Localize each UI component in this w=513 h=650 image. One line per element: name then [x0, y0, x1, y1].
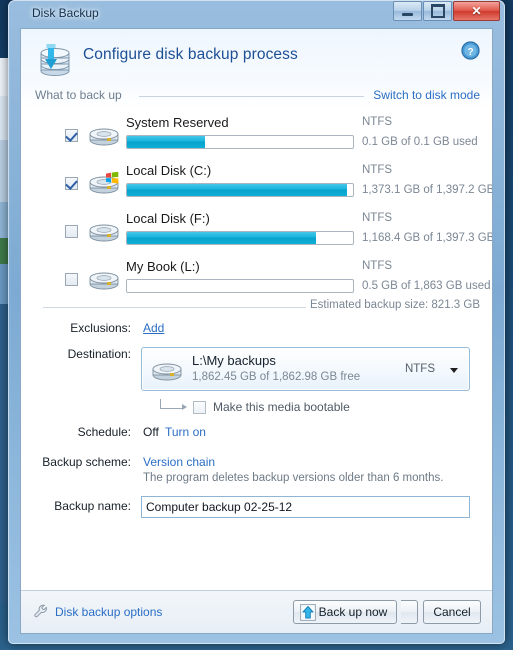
disk-filesystem: NTFS	[362, 260, 393, 272]
back-up-now-dropdown-button[interactable]	[401, 600, 418, 624]
disk-checkbox[interactable]	[65, 273, 78, 286]
make-bootable-checkbox[interactable]	[193, 401, 206, 414]
disk-usage-fill	[127, 184, 349, 196]
upload-arrow-icon	[300, 604, 316, 621]
schedule-turn-on-link[interactable]: Turn on	[165, 425, 206, 439]
section-header: What to back up Switch to disk mode	[21, 85, 492, 109]
disk-usage-bar	[126, 279, 354, 293]
section-label: What to back up	[35, 88, 122, 102]
title-bar[interactable]: Disk Backup ✕	[8, 0, 505, 28]
schedule-value: Off	[143, 425, 159, 439]
wrench-icon	[34, 604, 47, 618]
backup-name-input[interactable]	[141, 496, 470, 518]
page-header: Configure disk backup process ?	[21, 29, 492, 85]
destination-row: Destination: L:\My backups 1,862.45 GB o…	[21, 347, 492, 399]
minimize-icon	[394, 2, 421, 20]
tree-elbow-icon	[160, 399, 183, 409]
backup-scheme-label: Backup scheme:	[42, 455, 131, 469]
maximize-button[interactable]	[423, 1, 452, 21]
window-controls: ✕	[393, 1, 500, 21]
disk-usage-text: 1,168.4 GB of 1,397.3 GB used	[362, 232, 492, 244]
disk-usage-text: 0.5 GB of 1,863 GB used	[362, 280, 491, 292]
disk-checkbox[interactable]	[65, 129, 78, 142]
disk-name: My Book (L:)	[126, 259, 200, 274]
svg-text:?: ?	[467, 47, 473, 58]
disk-backup-options-link[interactable]: Disk backup options	[55, 605, 162, 619]
destination-dropdown[interactable]: L:\My backups 1,862.45 GB of 1,862.98 GB…	[141, 347, 470, 391]
disk-filesystem: NTFS	[362, 116, 393, 128]
estimated-backup-size: Estimated backup size: 821.3 GB	[309, 299, 480, 311]
disk-checkbox[interactable]	[65, 177, 78, 190]
estimated-size-row: Estimated backup size: 821.3 GB	[21, 299, 492, 317]
disk-row[interactable]: Local Disk (F:) NTFS 1,168.4 GB of 1,397…	[21, 208, 492, 256]
exclusions-add-link[interactable]: Add	[143, 321, 164, 335]
disk-windows-icon	[89, 172, 119, 194]
disk-icon	[89, 128, 119, 146]
switch-to-disk-mode-link[interactable]: Switch to disk mode	[373, 88, 480, 102]
back-up-now-button[interactable]: Back up now	[293, 600, 397, 624]
disk-filesystem: NTFS	[362, 212, 393, 224]
disk-usage-text: 0.1 GB of 0.1 GB used	[362, 136, 478, 148]
section-divider	[139, 96, 364, 97]
disk-icon	[152, 363, 182, 381]
backup-name-label: Backup name:	[54, 499, 131, 513]
cancel-label: Cancel	[433, 605, 471, 619]
disk-checkbox[interactable]	[65, 225, 78, 238]
disk-usage-fill	[127, 136, 207, 148]
page-title: Configure disk backup process	[83, 46, 298, 63]
destination-label: Destination:	[67, 347, 131, 361]
close-icon: ✕	[471, 4, 482, 18]
backup-scheme-description: The program deletes backup versions olde…	[143, 472, 444, 484]
maximize-icon	[424, 2, 451, 20]
disk-usage-bar	[126, 135, 354, 149]
backup-scheme-link[interactable]: Version chain	[143, 455, 215, 469]
disk-list: System Reserved NTFS 0.1 GB of 0.1 GB us…	[21, 112, 492, 304]
destination-filesystem: NTFS	[404, 363, 435, 375]
disk-row[interactable]: System Reserved NTFS 0.1 GB of 0.1 GB us…	[21, 112, 492, 160]
schedule-row: Schedule: Off Turn on	[21, 425, 492, 455]
client-area: Configure disk backup process ? What to …	[20, 28, 493, 634]
disk-backup-window: Disk Backup ✕ Configure disk backup proc…	[8, 0, 505, 644]
disk-usage-fill	[127, 280, 128, 292]
tree-arrow-icon	[182, 404, 187, 410]
minimize-button[interactable]	[393, 1, 422, 21]
disk-filesystem: NTFS	[362, 164, 393, 176]
disk-icon	[89, 224, 119, 242]
backup-name-row: Backup name:	[21, 496, 492, 533]
window-title: Disk Backup	[32, 6, 99, 20]
help-icon[interactable]: ?	[461, 41, 480, 60]
settings-form: Exclusions: Add Destination: L:\My backu…	[21, 321, 492, 533]
disk-usage-bar	[126, 231, 354, 245]
disk-usage-text: 1,373.1 GB of 1,397.2 GB used	[362, 184, 492, 196]
close-button[interactable]: ✕	[453, 1, 500, 21]
exclusions-row: Exclusions: Add	[21, 321, 492, 347]
disk-name: System Reserved	[126, 115, 229, 130]
back-up-now-label: Back up now	[318, 605, 388, 619]
disk-icon	[89, 272, 119, 290]
cancel-button[interactable]: Cancel	[423, 600, 481, 624]
disk-name: Local Disk (F:)	[126, 211, 210, 226]
make-bootable-label: Make this media bootable	[213, 400, 350, 414]
disk-row[interactable]: Local Disk (C:) NTFS 1,373.1 GB of 1,397…	[21, 160, 492, 208]
bootable-row: Make this media bootable	[21, 399, 492, 425]
destination-free-space: 1,862.45 GB of 1,862.98 GB free	[192, 371, 361, 383]
exclusions-label: Exclusions:	[70, 321, 131, 335]
disk-backup-icon	[40, 44, 70, 76]
disk-usage-fill	[127, 232, 317, 244]
footer-bar: Disk backup options Back up now Cancel	[21, 590, 492, 633]
chevron-down-icon	[450, 368, 458, 373]
disk-usage-bar	[126, 183, 354, 197]
disk-name: Local Disk (C:)	[126, 163, 212, 178]
destination-path: L:\My backups	[192, 353, 276, 368]
backup-scheme-row: Backup scheme: Version chain The program…	[21, 455, 492, 499]
schedule-label: Schedule:	[77, 425, 131, 439]
disk-row[interactable]: My Book (L:) NTFS 0.5 GB of 1,863 GB use…	[21, 256, 492, 304]
estimate-divider	[43, 307, 306, 308]
content-pane: Configure disk backup process ? What to …	[21, 29, 492, 590]
